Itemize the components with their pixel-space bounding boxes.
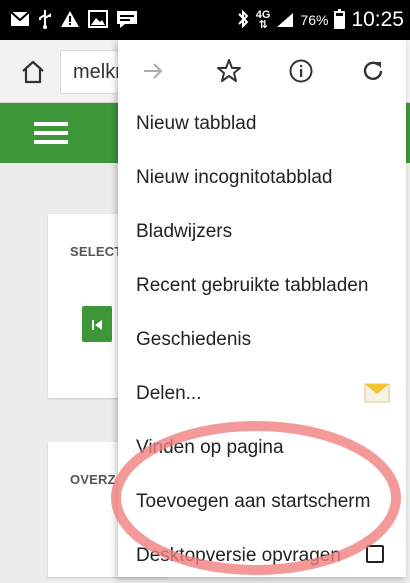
skip-back-icon <box>92 319 102 330</box>
menu-item-label: Recent gebruikte tabbladen <box>136 275 369 296</box>
menu-action-row <box>118 40 406 102</box>
bluetooth-icon <box>236 9 250 32</box>
image-icon <box>88 9 108 31</box>
menu-item-label: Nieuw incognitotabblad <box>136 167 333 188</box>
menu-item-label: Delen... <box>136 383 202 404</box>
menu-item-bookmarks[interactable]: Bladwijzers <box>118 205 406 259</box>
menu-item-request-desktop-site[interactable]: Desktopversie opvragen <box>118 529 406 583</box>
browser-overflow-menu: Nieuw tabblad Nieuw incognitotabblad Bla… <box>118 40 406 577</box>
signal-icon <box>277 13 294 27</box>
hamburger-menu-icon[interactable] <box>34 122 68 144</box>
mail-notification-icon <box>10 10 30 30</box>
menu-item-history[interactable]: Geschiedenis <box>118 313 406 367</box>
status-bar: 4G ⇅ 76% 10:25 <box>0 0 410 40</box>
usb-icon <box>38 9 52 32</box>
menu-item-label: Nieuw tabblad <box>136 113 257 134</box>
menu-item-label: Desktopversie opvragen <box>136 545 341 566</box>
menu-item-label: Bladwijzers <box>136 221 233 242</box>
menu-item-label: Toevoegen aan startscherm <box>136 491 371 512</box>
sms-icon <box>116 10 138 31</box>
skip-back-button[interactable] <box>82 306 112 342</box>
menu-item-recent-tabs[interactable]: Recent gebruikte tabbladen <box>118 259 406 313</box>
url-text: melkr <box>73 61 122 83</box>
overview-card-label: OVERZ <box>70 472 116 487</box>
clock: 10:25 <box>351 8 404 31</box>
share-mail-icon[interactable] <box>364 381 390 405</box>
battery-percentage: 76% <box>300 12 329 28</box>
home-icon[interactable] <box>20 59 46 85</box>
menu-item-label: Geschiedenis <box>136 329 252 350</box>
reload-icon[interactable] <box>360 58 386 84</box>
menu-item-find-in-page[interactable]: Vinden op pagina <box>118 421 406 475</box>
desktop-site-checkbox[interactable] <box>366 545 384 563</box>
menu-item-share[interactable]: Delen... <box>118 367 406 421</box>
page-info-icon[interactable] <box>288 58 314 84</box>
menu-item-add-to-homescreen[interactable]: Toevoegen aan startscherm <box>118 475 406 529</box>
menu-item-new-tab[interactable]: Nieuw tabblad <box>118 97 406 151</box>
network-type-label: 4G ⇅ <box>255 9 271 31</box>
menu-item-label: Vinden op pagina <box>136 437 284 458</box>
warning-icon <box>60 10 80 31</box>
select-card-label: SELECT <box>70 244 123 259</box>
bookmark-star-icon[interactable] <box>216 58 242 84</box>
forward-arrow-icon[interactable] <box>140 58 166 84</box>
battery-icon <box>334 9 346 29</box>
menu-item-new-incognito-tab[interactable]: Nieuw incognitotabblad <box>118 151 406 205</box>
